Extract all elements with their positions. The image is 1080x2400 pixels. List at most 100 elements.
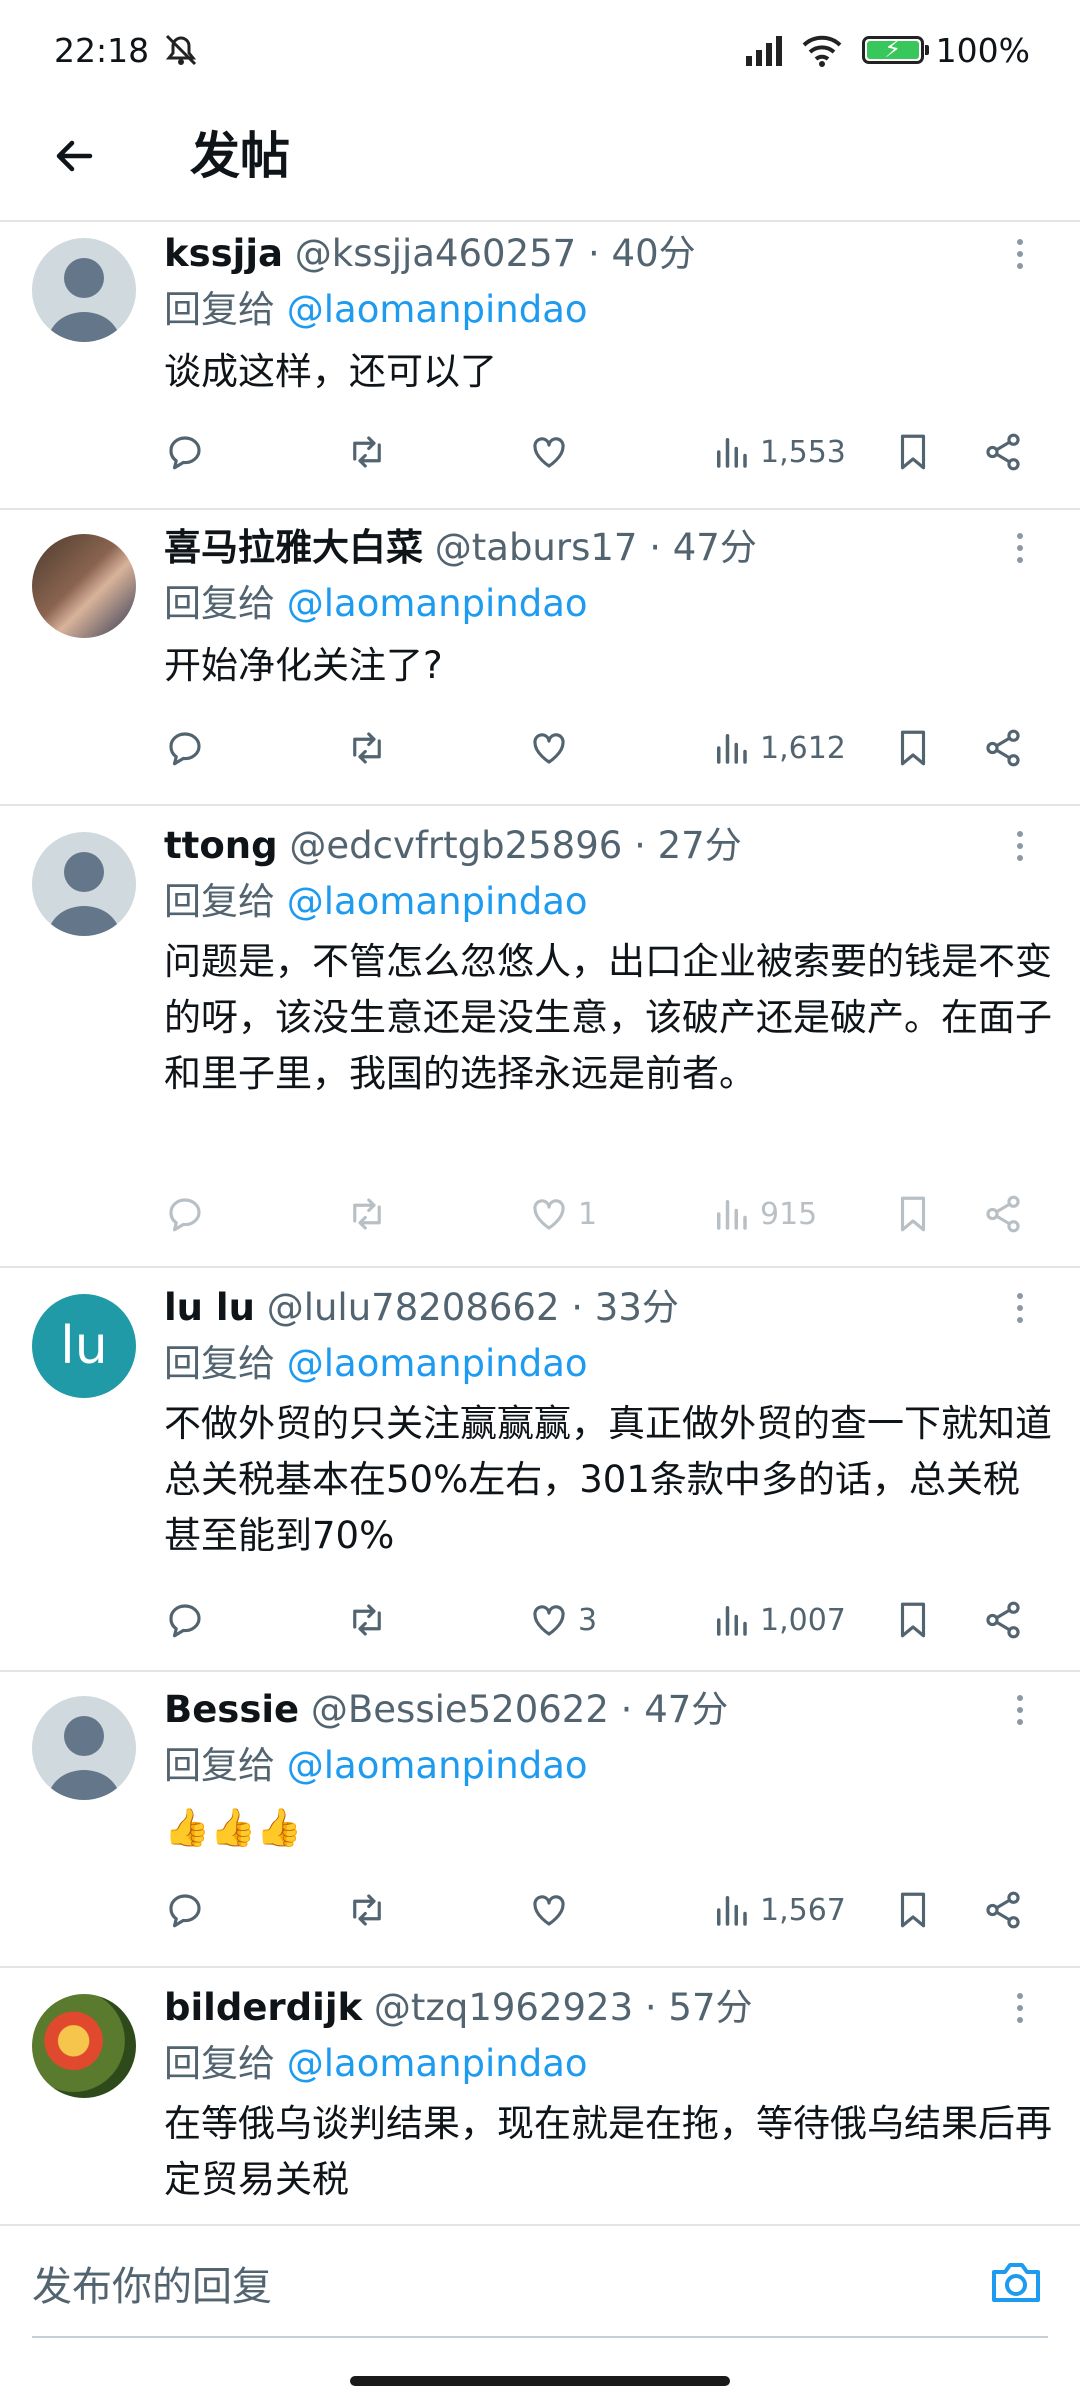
like-button[interactable] xyxy=(528,422,578,482)
reply-item[interactable]: ttong @edcvfrtgb25896 · 27分 回复给 @laomanp… xyxy=(0,806,1080,1268)
reply-header: bilderdijk @tzq1962923 · 57分 xyxy=(164,1986,753,2029)
post-time: 57分 xyxy=(668,1986,753,2029)
display-name[interactable]: kssjja xyxy=(164,232,283,275)
comment-icon xyxy=(169,1894,201,1928)
reply-to-handle[interactable]: @laomanpindao xyxy=(287,288,588,331)
like-button[interactable] xyxy=(528,1880,578,1940)
input-underline xyxy=(32,2336,1048,2338)
avatar[interactable]: lu xyxy=(32,1294,136,1398)
more-options-button[interactable] xyxy=(1002,524,1038,572)
reply-to-handle[interactable]: @laomanpindao xyxy=(287,2042,588,2085)
share-button[interactable] xyxy=(982,1590,1024,1650)
reply-text: 问题是，不管怎么忽悠人，出口企业被索要的钱是不变的呀，该没生意还是没生意，该破产… xyxy=(164,940,1052,1095)
user-handle[interactable]: @taburs17 xyxy=(435,526,638,569)
repost-button[interactable] xyxy=(346,1880,388,1940)
share-button[interactable] xyxy=(982,1184,1024,1244)
view-count: 1,553 xyxy=(760,434,846,470)
reply-feed[interactable]: kssjja @kssjja460257 · 40分 回复给 @laomanpi… xyxy=(0,222,1080,2224)
reply-item[interactable]: bilderdijk @tzq1962923 · 57分 回复给 @laoman… xyxy=(0,1968,1080,2224)
share-button[interactable] xyxy=(982,718,1024,778)
views-chart-icon xyxy=(717,1606,747,1636)
post-time: 27分 xyxy=(657,824,742,867)
reply-button[interactable] xyxy=(164,1590,206,1650)
reply-header: lu lu @lulu78208662 · 33分 xyxy=(164,1286,679,1329)
reply-item[interactable]: kssjja @kssjja460257 · 40分 回复给 @laomanpi… xyxy=(0,222,1080,510)
bookmark-button[interactable] xyxy=(892,1590,934,1650)
default-avatar-icon xyxy=(48,258,120,342)
like-button[interactable]: 1 xyxy=(528,1184,597,1244)
more-options-button[interactable] xyxy=(1002,1686,1038,1734)
more-vertical-icon xyxy=(1017,1695,1023,1725)
like-count: 3 xyxy=(578,1602,598,1638)
reply-composer: 发布你的回复 xyxy=(0,2224,1080,2344)
repost-button[interactable] xyxy=(346,1184,388,1244)
repost-button[interactable] xyxy=(346,718,388,778)
share-button[interactable] xyxy=(982,1880,1024,1940)
reply-input[interactable]: 发布你的回复 xyxy=(32,2254,272,2312)
action-bar: 1,567 xyxy=(164,1880,1044,1940)
view-count: 1,007 xyxy=(760,1602,846,1638)
reply-to-handle[interactable]: @laomanpindao xyxy=(287,582,588,625)
page-title: 发帖 xyxy=(190,127,290,185)
avatar[interactable] xyxy=(32,1696,136,1800)
action-bar: 1,553 xyxy=(164,422,1044,482)
reply-to-line: 回复给 @laomanpindao xyxy=(164,1744,588,1787)
avatar[interactable] xyxy=(32,832,136,936)
views-button[interactable]: 1,553 xyxy=(710,422,846,482)
more-vertical-icon xyxy=(1017,1293,1023,1323)
bookmark-button[interactable] xyxy=(892,1880,934,1940)
views-button[interactable]: 1,612 xyxy=(710,718,846,778)
display-name[interactable]: 喜马拉雅大白菜 xyxy=(164,526,423,569)
user-handle[interactable]: @edcvfrtgb25896 xyxy=(289,824,622,867)
reply-to-handle[interactable]: @laomanpindao xyxy=(287,1744,588,1787)
more-options-button[interactable] xyxy=(1002,1984,1038,2032)
avatar[interactable] xyxy=(32,534,136,638)
bookmark-icon xyxy=(900,434,926,470)
display-name[interactable]: bilderdijk xyxy=(164,1986,362,2029)
bookmark-icon xyxy=(900,1892,926,1928)
reply-item[interactable]: lu lu lu @lulu78208662 · 33分 回复给 @laoman… xyxy=(0,1268,1080,1672)
reply-text: 开始净化关注了? xyxy=(164,644,443,687)
repost-button[interactable] xyxy=(346,1590,388,1650)
like-button[interactable] xyxy=(528,718,578,778)
reply-to-line: 回复给 @laomanpindao xyxy=(164,2042,588,2085)
more-options-button[interactable] xyxy=(1002,1284,1038,1332)
more-options-button[interactable] xyxy=(1002,230,1038,278)
display-name[interactable]: Bessie xyxy=(164,1688,299,1731)
share-button[interactable] xyxy=(982,422,1024,482)
reply-button[interactable] xyxy=(164,718,206,778)
reply-to-handle[interactable]: @laomanpindao xyxy=(287,1342,588,1385)
avatar[interactable] xyxy=(32,238,136,342)
mute-icon xyxy=(165,34,197,66)
user-handle[interactable]: @tzq1962923 xyxy=(374,1986,633,2029)
reply-item[interactable]: 喜马拉雅大白菜 @taburs17 · 47分 回复给 @laomanpinda… xyxy=(0,510,1080,806)
user-handle[interactable]: @kssjja460257 xyxy=(295,232,576,275)
home-indicator[interactable] xyxy=(350,2376,730,2386)
bookmark-button[interactable] xyxy=(892,1184,934,1244)
repost-icon xyxy=(353,1894,381,1926)
views-button[interactable]: 1,567 xyxy=(710,1880,846,1940)
views-button[interactable]: 1,007 xyxy=(710,1590,846,1650)
reply-button[interactable] xyxy=(164,1184,206,1244)
bookmark-button[interactable] xyxy=(892,422,934,482)
display-name[interactable]: ttong xyxy=(164,824,278,867)
user-handle[interactable]: @Bessie520622 xyxy=(311,1688,609,1731)
view-count: 1,612 xyxy=(760,730,846,766)
comment-icon xyxy=(169,732,201,766)
avatar[interactable] xyxy=(32,1994,136,2098)
display-name[interactable]: lu lu xyxy=(164,1286,255,1329)
views-chart-icon xyxy=(717,438,747,468)
repost-button[interactable] xyxy=(346,422,388,482)
bookmark-button[interactable] xyxy=(892,718,934,778)
back-button[interactable] xyxy=(44,126,104,186)
views-button[interactable]: 915 xyxy=(710,1184,817,1244)
more-options-button[interactable] xyxy=(1002,822,1038,870)
reply-button[interactable] xyxy=(164,1880,206,1940)
camera-button[interactable] xyxy=(986,2252,1046,2312)
user-handle[interactable]: @lulu78208662 xyxy=(267,1286,560,1329)
action-bar: 1 915 xyxy=(164,1184,1044,1244)
like-button[interactable]: 3 xyxy=(528,1590,597,1650)
reply-to-handle[interactable]: @laomanpindao xyxy=(287,880,588,923)
reply-item[interactable]: Bessie @Bessie520622 · 47分 回复给 @laomanpi… xyxy=(0,1672,1080,1968)
reply-button[interactable] xyxy=(164,422,206,482)
